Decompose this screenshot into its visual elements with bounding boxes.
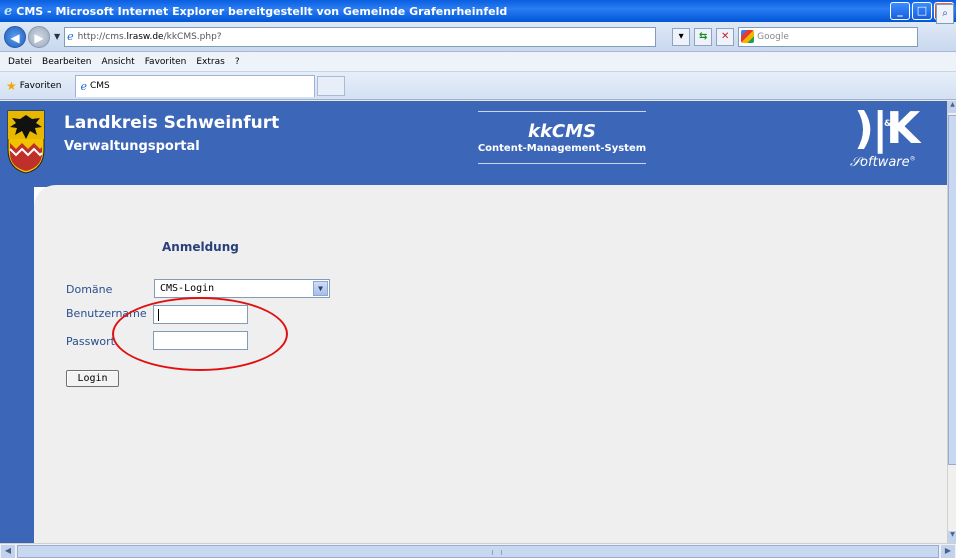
ie-icon: e bbox=[4, 3, 13, 19]
domain-value: CMS-Login bbox=[160, 283, 215, 294]
address-dropdown-icon[interactable]: ▾ bbox=[672, 27, 691, 46]
page-icon: e bbox=[67, 30, 74, 43]
login-panel bbox=[34, 185, 947, 543]
org-subtitle: Verwaltungsportal bbox=[64, 139, 200, 154]
menu-bearbeiten[interactable]: Bearbeiten bbox=[42, 57, 91, 67]
browser-window: e CMS - Microsoft Internet Explorer bere… bbox=[0, 0, 956, 558]
scroll-left-icon[interactable]: ◀ bbox=[1, 545, 15, 558]
scroll-right-icon[interactable]: ▶ bbox=[941, 545, 955, 558]
menu-favoriten[interactable]: Favoriten bbox=[145, 57, 187, 67]
window-title: CMS - Microsoft Internet Explorer bereit… bbox=[16, 4, 508, 18]
history-dropdown-icon[interactable]: ▼ bbox=[54, 32, 60, 41]
url-host: lrasw.de bbox=[126, 31, 164, 42]
stop-icon[interactable]: ✕ bbox=[716, 27, 735, 46]
chevron-down-icon[interactable]: ▼ bbox=[313, 281, 328, 296]
favorites-star-icon: ★ bbox=[6, 78, 17, 93]
favorites-button[interactable]: Favoriten bbox=[20, 81, 62, 91]
text-caret bbox=[158, 309, 159, 321]
header-banner: Landkreis Schweinfurt Verwaltungsportal … bbox=[0, 101, 947, 179]
kk-software-logo: )|K & 𝒮oftware® bbox=[850, 103, 920, 170]
login-button[interactable]: Login bbox=[66, 370, 119, 387]
back-button[interactable]: ◀ bbox=[4, 25, 26, 48]
org-name: Landkreis Schweinfurt bbox=[64, 113, 280, 133]
password-field[interactable] bbox=[153, 331, 248, 350]
coat-of-arms-icon bbox=[7, 110, 45, 174]
url-prefix: http://cms. bbox=[77, 31, 127, 42]
horizontal-scroll-thumb[interactable] bbox=[17, 545, 939, 558]
address-toolbar: ◀ ▶ ▼ e http://cms. lrasw.de/kkCMS.php? ▾… bbox=[0, 22, 956, 52]
login-title: Anmeldung bbox=[162, 240, 239, 254]
cms-title: kkCMS bbox=[527, 121, 597, 142]
horizontal-scrollbar[interactable]: ◀ ▶ bbox=[0, 543, 956, 558]
cms-subtitle: Content-Management-System bbox=[477, 143, 647, 154]
search-placeholder: Google bbox=[757, 31, 789, 42]
username-label: Benutzername bbox=[66, 307, 147, 320]
password-label: Passwort bbox=[66, 335, 115, 348]
maximize-button[interactable]: □ bbox=[912, 2, 932, 20]
page-content: Landkreis Schweinfurt Verwaltungsportal … bbox=[0, 101, 947, 543]
cms-logo: kkCMS Content-Management-System bbox=[472, 109, 652, 169]
menu-extras[interactable]: Extras bbox=[196, 57, 224, 67]
vertical-scrollbar[interactable]: ▲ ▼ bbox=[947, 101, 956, 543]
address-input[interactable]: e http://cms. lrasw.de/kkCMS.php? bbox=[64, 26, 657, 47]
new-tab-button[interactable] bbox=[317, 75, 346, 96]
search-icon[interactable]: ⌕ bbox=[936, 4, 954, 24]
refresh-icon[interactable]: ⇆ bbox=[694, 27, 713, 46]
domain-label: Domäne bbox=[66, 283, 113, 296]
title-bar: e CMS - Microsoft Internet Explorer bere… bbox=[0, 0, 956, 22]
menu-ansicht[interactable]: Ansicht bbox=[101, 57, 134, 67]
favorites-bar: ★ Favoriten e CMS bbox=[0, 72, 956, 100]
left-rail bbox=[0, 179, 34, 543]
forward-button[interactable]: ▶ bbox=[28, 25, 50, 48]
search-input[interactable]: Google bbox=[738, 26, 919, 47]
scroll-up-icon[interactable]: ▲ bbox=[948, 101, 956, 113]
menu-bar: Datei Bearbeiten Ansicht Favoriten Extra… bbox=[0, 52, 956, 72]
vertical-scroll-thumb[interactable] bbox=[948, 115, 956, 465]
url-suffix: /kkCMS.php? bbox=[163, 31, 222, 42]
tab-label: CMS bbox=[89, 81, 110, 91]
scroll-down-icon[interactable]: ▼ bbox=[948, 531, 956, 543]
domain-select[interactable]: CMS-Login ▼ bbox=[154, 279, 330, 298]
google-icon bbox=[741, 30, 755, 43]
menu-datei[interactable]: Datei bbox=[8, 57, 32, 67]
tab-page-icon: e bbox=[80, 79, 87, 93]
menu-help[interactable]: ? bbox=[235, 57, 240, 67]
minimize-button[interactable]: _ bbox=[890, 2, 910, 20]
username-field[interactable] bbox=[153, 305, 248, 324]
tab-cms[interactable]: e CMS bbox=[75, 74, 316, 97]
